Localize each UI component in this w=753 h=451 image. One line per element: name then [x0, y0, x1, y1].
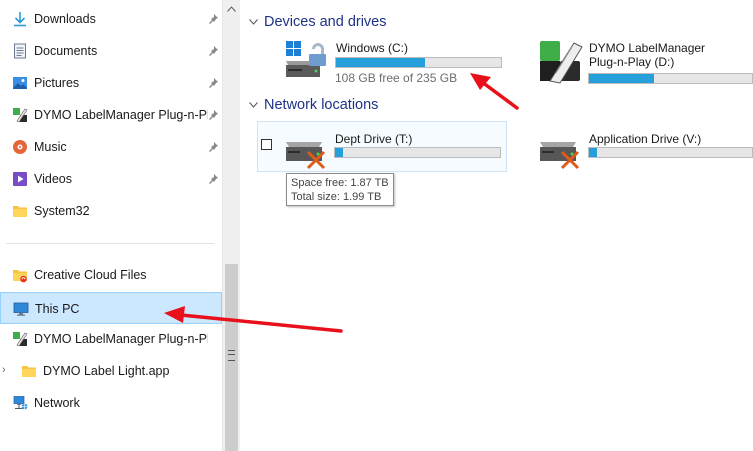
nav-item-label: Network	[34, 396, 80, 410]
navigation-pane: Downloads Documents Pictures DYMO LabelM…	[0, 0, 222, 451]
drive-free-space: 108 GB free of 235 GB	[335, 71, 458, 85]
monitor-icon	[13, 302, 29, 316]
nav-item-label: Videos	[34, 172, 72, 186]
tooltip-total-size: Total size: 1.99 TB	[291, 191, 382, 203]
nav-item-dymo-label-light[interactable]: › DYMO Label Light.app	[0, 355, 222, 387]
drive-dept-t[interactable]: Dept Drive (T:)	[284, 130, 504, 174]
scrollbar-thumb[interactable]	[225, 264, 238, 451]
network-locations-heading: Network locations	[264, 97, 379, 113]
drive-usage-fill	[335, 148, 344, 157]
nav-item-creative-cloud-files[interactable]: Creative Cloud Files	[0, 259, 222, 291]
drive-windows-c[interactable]: Windows (C:) 108 GB free of 235 GB	[284, 39, 509, 87]
nav-item-label: This PC	[35, 302, 80, 316]
drive-tooltip: Space free: 1.87 TB Total size: 1.99 TB	[286, 173, 394, 206]
drive-usage-fill	[336, 58, 426, 67]
devices-and-drives-heading: Devices and drives	[264, 14, 387, 30]
tooltip-space-free: Space free: 1.87 TB	[291, 177, 389, 189]
drive-name: Windows (C:)	[336, 41, 409, 55]
disconnected-network-drive-icon	[540, 142, 580, 170]
nav-item-system32[interactable]: System32	[0, 195, 222, 227]
nav-item-music[interactable]: Music	[0, 131, 222, 163]
nav-item-this-pc[interactable]: This PC	[0, 292, 222, 324]
nav-item-label: System32	[34, 204, 90, 218]
drive-name: Application Drive (V:)	[589, 132, 702, 146]
pin-icon[interactable]	[207, 141, 219, 153]
scroll-up-arrow-icon[interactable]	[227, 6, 236, 12]
dymo-drive-icon	[540, 41, 583, 84]
drive-name: Dept Drive (T:)	[335, 132, 413, 146]
nav-item-label: DYMO LabelManager Plug-n-Play (D:)	[34, 332, 208, 346]
nav-separator	[6, 243, 214, 244]
pictures-icon	[13, 77, 27, 89]
pin-icon[interactable]	[207, 173, 219, 185]
nav-item-label: Downloads	[34, 12, 96, 26]
nav-item-label: DYMO Label Light.app	[43, 364, 170, 378]
select-checkbox[interactable]	[261, 139, 272, 150]
folder-icon	[22, 366, 36, 377]
drive-usage-bar	[335, 57, 502, 68]
windows-drive-icon	[286, 41, 326, 77]
nav-item-label: Pictures	[34, 76, 80, 90]
nav-scrollbar[interactable]	[222, 0, 240, 451]
nav-item-label: Music	[34, 140, 67, 154]
nav-item-pictures[interactable]: Pictures	[0, 67, 222, 99]
disconnected-network-drive-icon	[286, 142, 326, 170]
drive-usage-bar	[588, 73, 753, 84]
expand-chevron-icon[interactable]: ›	[2, 364, 12, 378]
collapse-chevron-icon[interactable]	[249, 19, 258, 25]
drive-name-line2: Plug-n-Play (D:)	[589, 55, 675, 69]
nav-item-label: Documents	[34, 44, 98, 58]
drive-usage-fill	[589, 74, 655, 83]
dymo-app-icon	[13, 332, 28, 347]
nav-item-label: DYMO LabelManager Plug-n-Play	[34, 108, 208, 122]
dymo-app-icon	[13, 108, 28, 123]
nav-item-downloads[interactable]: Downloads	[0, 3, 222, 35]
nav-item-dymo-labelmanager[interactable]: DYMO LabelManager Plug-n-Play	[0, 99, 222, 131]
pin-icon[interactable]	[207, 13, 219, 25]
nav-item-label: Creative Cloud Files	[34, 268, 147, 282]
nav-item-network[interactable]: Network	[0, 387, 222, 419]
nav-item-dymo-drive[interactable]: DYMO LabelManager Plug-n-Play (D:)	[0, 323, 222, 355]
drive-name: DYMO LabelManager	[589, 41, 706, 55]
videos-icon	[13, 172, 27, 186]
pin-icon[interactable]	[207, 109, 219, 121]
music-icon	[13, 140, 27, 154]
collapse-chevron-icon[interactable]	[249, 102, 258, 108]
documents-icon	[14, 43, 26, 59]
creative-cloud-folder-icon	[13, 270, 27, 283]
pin-icon[interactable]	[207, 77, 219, 89]
drive-dymo-d[interactable]: DYMO LabelManager Plug-n-Play (D:)	[538, 39, 753, 87]
folder-icon	[13, 206, 27, 217]
scrollbar-grip-icon	[228, 350, 235, 361]
drive-usage-bar	[334, 147, 501, 158]
pin-icon[interactable]	[207, 45, 219, 57]
network-icon	[13, 396, 28, 410]
nav-item-videos[interactable]: Videos	[0, 163, 222, 195]
nav-item-documents[interactable]: Documents	[0, 35, 222, 67]
download-arrow-icon	[14, 12, 26, 27]
drive-usage-bar	[588, 147, 753, 158]
drive-application-v[interactable]: Application Drive (V:)	[538, 130, 753, 174]
drive-usage-fill	[589, 148, 598, 157]
